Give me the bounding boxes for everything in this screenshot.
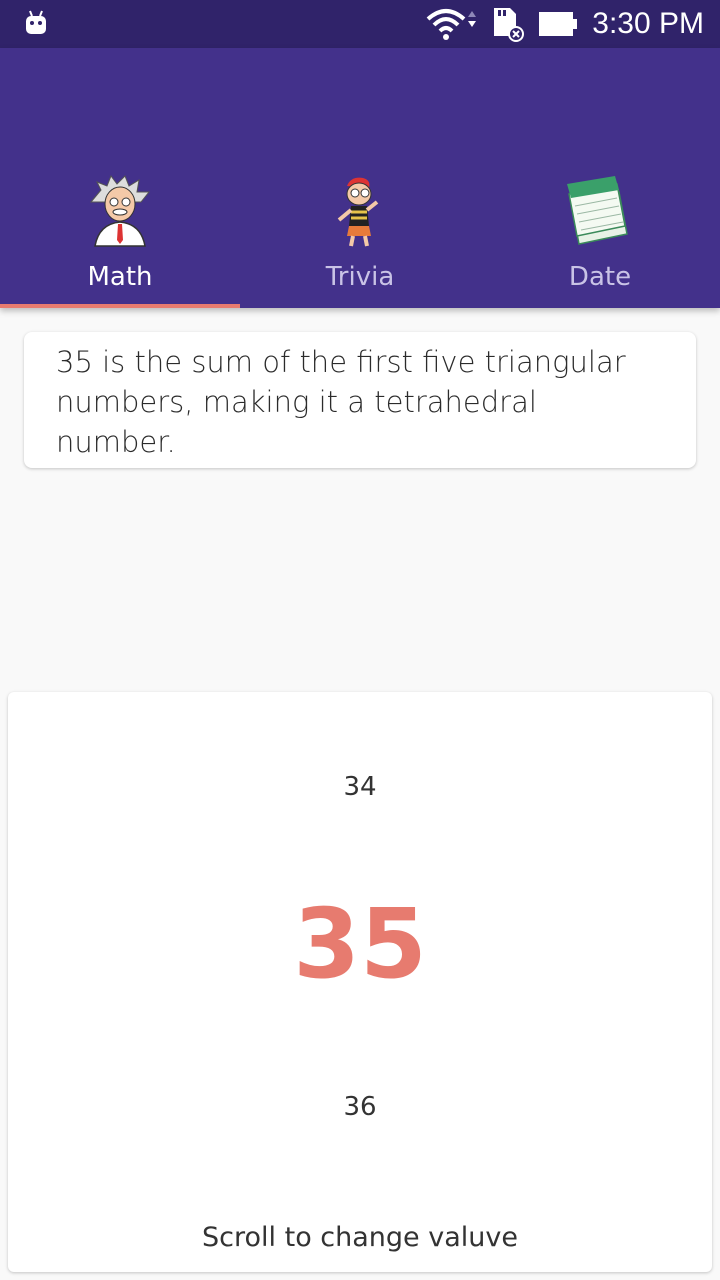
- battery-icon: [539, 12, 578, 36]
- tab-math[interactable]: Math: [0, 158, 240, 308]
- tab-label-trivia: Trivia: [325, 262, 395, 292]
- tab-label-math: Math: [87, 262, 153, 292]
- status-bar: 3:30 PM: [0, 0, 720, 48]
- tab-indicator: [0, 304, 240, 308]
- wifi-icon: [426, 9, 477, 40]
- tab-bar: Math Trivia Date: [0, 158, 720, 308]
- next-number[interactable]: 36: [8, 1092, 712, 1122]
- fact-card: 35 is the sum of the first five triangul…: [24, 332, 696, 468]
- selected-number[interactable]: 35: [8, 888, 712, 1000]
- number-picker[interactable]: 34 35 36 Scroll to change valuve: [8, 692, 712, 1272]
- professor-icon: [89, 174, 151, 247]
- tab-trivia[interactable]: Trivia: [240, 158, 480, 308]
- scroll-hint: Scroll to change valuve: [202, 1222, 518, 1253]
- clock: 3:30 PM: [592, 7, 704, 40]
- app-bar: Math Trivia Date: [0, 48, 720, 308]
- calendar-icon: [567, 176, 628, 245]
- previous-number[interactable]: 34: [8, 772, 712, 802]
- kid-character-icon: [337, 177, 379, 247]
- android-icon: [26, 10, 46, 34]
- tab-label-date: Date: [568, 262, 632, 292]
- tab-date[interactable]: Date: [480, 158, 720, 308]
- fact-text: 35 is the sum of the first five triangul…: [56, 345, 626, 459]
- sd-card-icon: [494, 8, 525, 42]
